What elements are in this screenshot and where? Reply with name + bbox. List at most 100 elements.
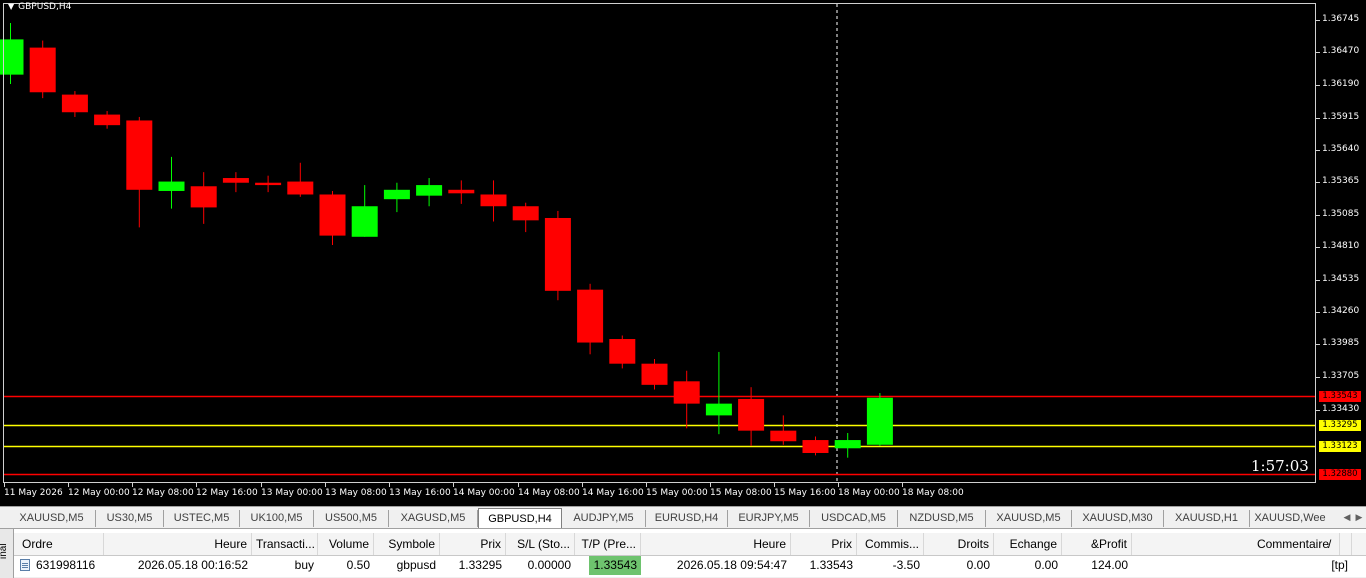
chart-tab[interactable]: US500,M5 [314,510,389,527]
price-axis-label: 1.35640 [1322,143,1360,154]
time-tick-mark [68,483,69,487]
table-cell: [tp] [1331,558,1348,572]
column-header[interactable]: Droits [924,533,994,555]
time-tick-mark [4,483,5,487]
column-header[interactable]: Ordre [14,533,104,555]
time-tick-mark [132,483,133,487]
column-header[interactable]: S/L (Sto... [506,533,575,555]
chart-tab[interactable]: XAUUSD,H1 [1164,510,1250,527]
candle-body [29,47,56,93]
table-cell: 2026.05.18 09:54:47 [676,558,787,572]
price-axis-label: 1.34260 [1322,305,1360,316]
chart-tab[interactable]: XAUUSD,Wee [1250,510,1330,527]
table-cell: 2026.05.18 00:16:52 [137,558,248,572]
candle-body [609,339,636,364]
chart-tab[interactable]: XAUUSD,M30 [1072,510,1164,527]
candle-body [94,114,121,126]
time-axis-label: 15 May 16:00 [774,488,836,498]
price-axis-label: 1.33985 [1322,338,1360,349]
time-axis-label: 18 May 00:00 [838,488,900,498]
candle-body [255,182,282,186]
column-header[interactable]: Transacti... [252,533,318,555]
candle-body [416,185,443,196]
column-header[interactable]: Volume [318,533,374,555]
table-cell: gbpusd [396,558,436,572]
chart-tab[interactable]: USTEC,M5 [164,510,240,527]
time-tick-mark [453,483,454,487]
price-axis-label: 1.35365 [1322,176,1360,187]
table-cell: 631998116 [36,558,96,572]
chart-tab[interactable]: EURJPY,M5 [728,510,810,527]
column-header[interactable]: T/P (Pre... [575,533,641,555]
candle-body [0,39,24,75]
price-tick-mark [1316,20,1320,21]
chart-tab[interactable]: XAGUSD,M5 [389,510,478,527]
candle-body [287,181,314,195]
price-axis-label: 1.35915 [1322,111,1360,122]
table-cell: 0.00000 [527,558,571,572]
tab-scroll-left-icon[interactable]: ◀ [1342,512,1352,524]
column-header[interactable]: Symbole [374,533,440,555]
table-cell: buy [294,558,314,572]
time-tick-mark [389,483,390,487]
tab-scroll-right-icon[interactable]: ▶ [1354,512,1364,524]
time-tick-mark [902,483,903,487]
chart-tab[interactable]: GBPUSD,H4 [478,508,562,528]
column-header[interactable]: &Profit [1062,533,1132,555]
price-tick-mark [1316,280,1320,281]
chart-tab[interactable]: USDCAD,M5 [810,510,898,527]
time-tick-mark [196,483,197,487]
price-tick-mark [1316,150,1320,151]
chart-tab[interactable]: UK100,M5 [240,510,314,527]
chart-tab-bar: XAUUSD,M5 US30,M5 USTEC,M5 UK100,M5 US500,M5… [0,506,1366,528]
chart-tab[interactable]: EURUSD,H4 [646,510,728,527]
candle-body [351,206,378,237]
chart-tab[interactable]: AUDJPY,M5 [562,510,646,527]
column-header[interactable]: Prix [440,533,506,555]
table-cell: -3.50 [892,558,920,572]
table-cell: 0.50 [346,558,370,572]
candle-body [126,120,153,190]
chart-tab[interactable]: XAUUSD,M5 [986,510,1072,527]
column-header[interactable]: Heure [641,533,791,555]
column-header[interactable]: Prix [791,533,857,555]
price-tick-mark [1316,377,1320,378]
time-tick-mark [710,483,711,487]
candlestick-chart[interactable] [0,0,1366,506]
time-axis-label: 12 May 16:00 [196,488,258,498]
column-header[interactable]: Heure [104,533,252,555]
column-header[interactable]: Commis... [857,533,924,555]
terminal-side-tab[interactable]: inal [0,529,14,578]
column-header[interactable]: Commentaire [1132,533,1352,555]
candle-body [61,94,88,113]
column-header[interactable]: Echange [994,533,1062,555]
time-axis-label: 12 May 08:00 [132,488,194,498]
bar-countdown-timer: 1:57:03 [1251,457,1309,475]
price-tick-mark [1316,182,1320,183]
chart-tab[interactable]: US30,M5 [96,510,164,527]
time-tick-mark [646,483,647,487]
chart-symbol-label: GBPUSD,H4 [18,2,72,12]
table-row[interactable]: 631998116 2026.05.18 00:16:52 buy 0.50 gbpus… [14,556,1366,575]
candle-body [222,178,249,183]
time-tick-mark [582,483,583,487]
time-axis-label: 18 May 08:00 [902,488,964,498]
chart-tab[interactable]: XAUUSD,M5 [8,510,96,527]
chart-title: ▼ GBPUSD,H4 [8,2,71,12]
price-tick-mark [1316,247,1320,248]
table-cell: 1.33543 [589,556,641,575]
candle-body [448,189,475,194]
candle-body [319,194,346,236]
price-tick-mark [1316,52,1320,53]
candle-body [383,189,410,200]
time-tick-mark [518,483,519,487]
candle-body [673,381,700,404]
price-axis-label: 1.35085 [1322,209,1360,220]
price-tick-mark [1316,118,1320,119]
dropdown-triangle-icon[interactable]: ▼ [8,2,14,11]
price-axis-label: 1.36470 [1322,46,1360,57]
candle-body [190,186,217,208]
chart-tab[interactable]: NZDUSD,M5 [898,510,986,527]
chart-window[interactable]: ▼ GBPUSD,H4 1.36745 1.36470 1.36190 1.35915 1… [0,0,1366,506]
price-tick-mark [1316,312,1320,313]
